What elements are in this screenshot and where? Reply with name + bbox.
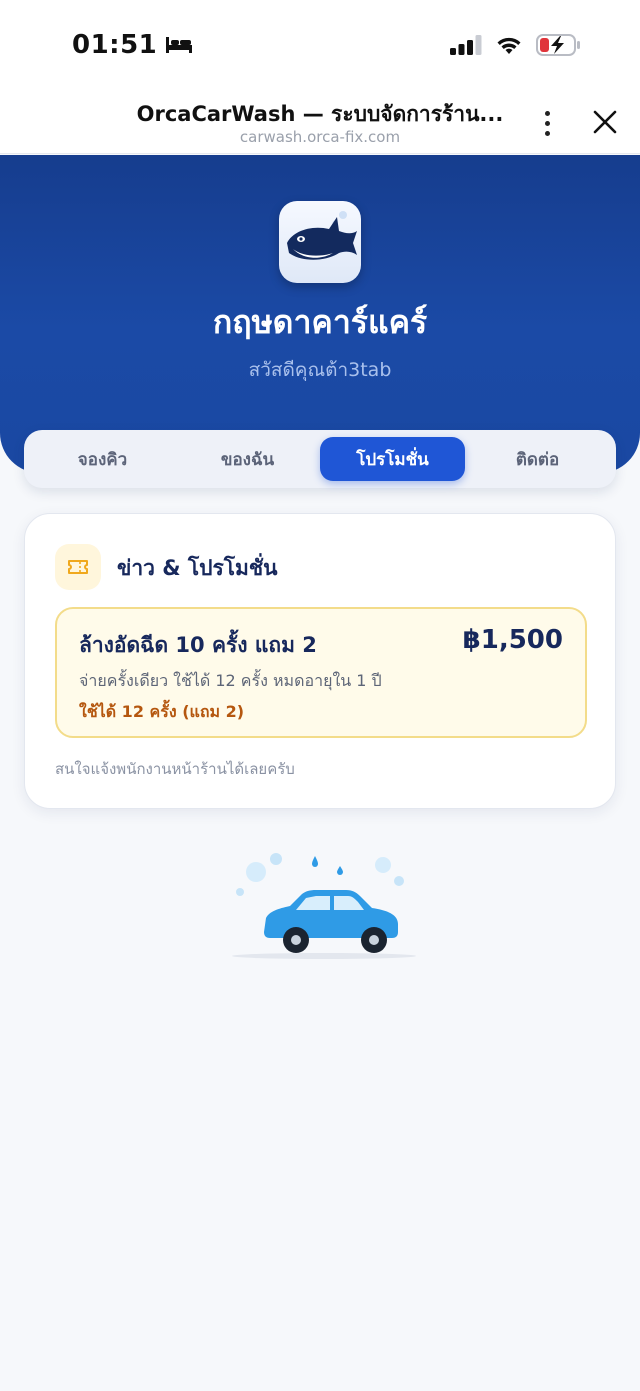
close-icon[interactable] (589, 106, 621, 138)
tab-contact[interactable]: ติดต่อ (465, 437, 610, 481)
tab-mine[interactable]: ของฉัน (175, 437, 320, 481)
tab-promotions[interactable]: โปรโมชั่น (320, 437, 465, 481)
status-icons (450, 34, 582, 56)
promo-usage: ใช้ได้ 12 ครั้ง (แถม 2) (79, 702, 245, 721)
more-options-button[interactable] (532, 108, 562, 138)
orca-logo (279, 201, 361, 283)
bed-icon (166, 37, 193, 53)
wifi-icon (497, 37, 521, 54)
shop-name: กฤษดาคาร์แคร์ (212, 303, 428, 341)
news-title: ข่าว & โปรโมชั่น (117, 556, 278, 580)
promo-description: จ่ายครั้งเดียว ใช้ได้ 12 ครั้ง หมดอายุใน… (79, 671, 382, 690)
tab-booking[interactable]: จองคิว (30, 437, 175, 481)
status-time: 01:51 (72, 30, 193, 60)
ticket-icon (68, 560, 88, 574)
news-footer-note: สนใจแจ้งพนักงานหน้าร้านได้เลยครับ (55, 760, 295, 778)
browser-header: OrcaCarWash — ระบบจัดการร้าน... carwash.… (0, 92, 640, 154)
signal-icon (450, 35, 482, 55)
promo-card[interactable]: ล้างอัดฉีด 10 ครั้ง แถม 2 ฿1,500 จ่ายครั… (55, 607, 587, 738)
hero-banner: กฤษดาคาร์แคร์ สวัสดีคุณต้า3tab (0, 155, 640, 473)
greeting-text: สวัสดีคุณต้า3tab (248, 359, 392, 381)
tab-bar: จองคิว ของฉัน โปรโมชั่น ติดต่อ (24, 430, 616, 488)
promo-title: ล้างอัดฉีด 10 ครั้ง แถม 2 (79, 633, 317, 657)
clock: 01:51 (72, 30, 158, 60)
news-icon-badge (55, 544, 101, 590)
news-card: ข่าว & โปรโมชั่น ล้างอัดฉีด 10 ครั้ง แถม… (24, 513, 616, 809)
orca-logo-graphic (287, 211, 357, 260)
battery-charging-icon (536, 34, 580, 56)
status-bar: 01:51 (0, 0, 640, 92)
car-wash-illustration (232, 853, 416, 959)
more-vertical-icon (544, 110, 550, 116)
promo-price: ฿1,500 (462, 625, 563, 655)
